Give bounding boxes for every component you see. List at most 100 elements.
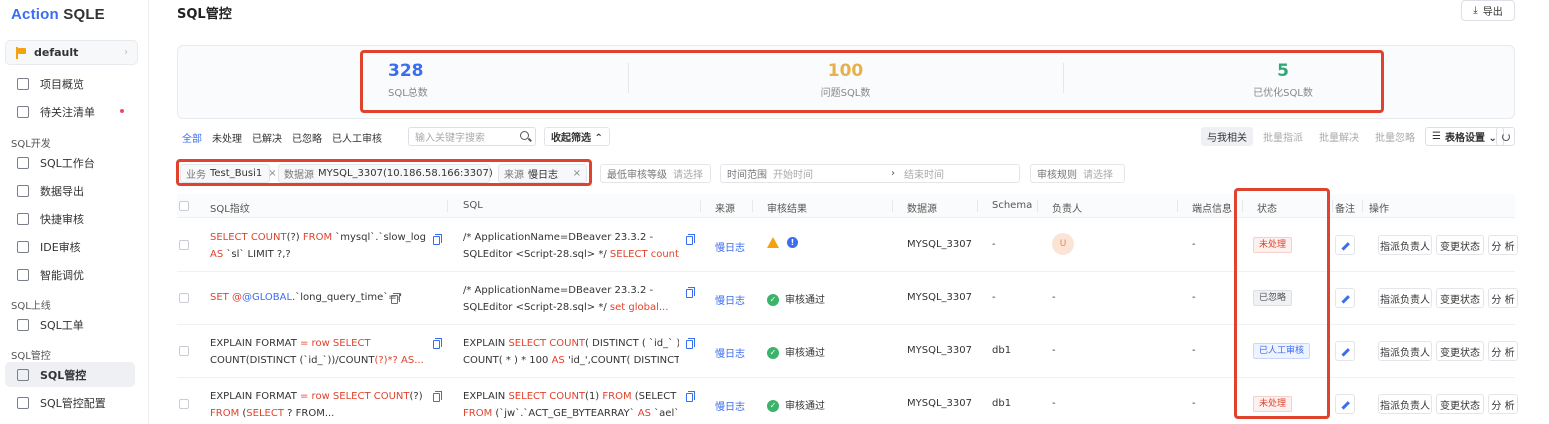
assign-owner-button[interactable]: 指派负责人 bbox=[1378, 394, 1432, 414]
sql-fingerprint[interactable]: EXPLAIN FORMAT = row SELECT COUNT(DISTIN… bbox=[210, 335, 426, 369]
col-owner[interactable]: 负责人 bbox=[1052, 200, 1082, 215]
assign-owner-button[interactable]: 指派负责人 bbox=[1378, 341, 1432, 361]
col-remark[interactable]: 备注 bbox=[1335, 200, 1355, 215]
col-actions[interactable]: 操作 bbox=[1369, 200, 1389, 215]
copy-icon[interactable] bbox=[686, 234, 695, 245]
notification-dot bbox=[120, 109, 124, 113]
filter-chip-business[interactable]: 业务 Test_Busi1 × bbox=[180, 164, 277, 183]
table-row[interactable]: EXPLAIN FORMAT = row SELECT COUNT(?) FRO… bbox=[177, 378, 1518, 424]
table-row[interactable]: EXPLAIN FORMAT = row SELECT COUNT(DISTIN… bbox=[177, 325, 1518, 378]
col-status[interactable]: 状态 bbox=[1257, 200, 1277, 215]
time-range-picker[interactable]: 时间范围 开始时间 › 结束时间 bbox=[720, 164, 1020, 183]
search-icon[interactable] bbox=[520, 131, 529, 140]
nav-group-sql-release: SQL上线 bbox=[11, 301, 51, 312]
sidebar-item-sql-control-config[interactable]: SQL管控配置 bbox=[5, 390, 135, 415]
sql-text[interactable]: EXPLAIN SELECT COUNT( DISTINCT ( `id_` )… bbox=[463, 335, 679, 369]
copy-icon[interactable] bbox=[686, 287, 695, 298]
batch-ignore-button[interactable]: 批量忽略 bbox=[1369, 127, 1421, 146]
sidebar-item-ide-audit[interactable]: IDE审核 bbox=[5, 234, 135, 259]
copy-icon[interactable] bbox=[433, 234, 442, 245]
tab-ignored[interactable]: 已忽略 bbox=[292, 130, 322, 145]
filter-chip-source[interactable]: 来源 慢日志 × bbox=[498, 164, 587, 183]
min-audit-level-select[interactable]: 最低审核等级 请选择 bbox=[600, 164, 711, 183]
assign-owner-button[interactable]: 指派负责人 bbox=[1378, 235, 1432, 255]
sidebar-item-sql-control[interactable]: SQL管控 bbox=[5, 362, 135, 387]
tab-manual-audit[interactable]: 已人工审核 bbox=[332, 130, 382, 145]
sql-text[interactable]: EXPLAIN SELECT COUNT(1) FROM (SELECT 1 F… bbox=[463, 388, 679, 422]
sql-text[interactable]: /* ApplicationName=DBeaver 23.3.2 - SQLE… bbox=[463, 282, 679, 316]
col-schema[interactable]: Schema bbox=[992, 200, 1032, 211]
audit-result[interactable]: ! bbox=[767, 237, 798, 249]
copy-icon[interactable] bbox=[433, 338, 442, 349]
edit-icon bbox=[1341, 242, 1350, 251]
col-source[interactable]: 来源 bbox=[715, 200, 735, 215]
change-status-button[interactable]: 变更状态 bbox=[1436, 394, 1484, 414]
row-checkbox[interactable] bbox=[179, 346, 189, 356]
collapse-filter-button[interactable]: 收起筛选 ⌃ bbox=[544, 127, 610, 146]
tab-unprocessed[interactable]: 未处理 bbox=[212, 130, 242, 145]
fingerprint-icon bbox=[17, 368, 29, 381]
col-datasource[interactable]: 数据源 bbox=[907, 200, 937, 215]
copy-icon[interactable] bbox=[686, 338, 695, 349]
tab-all[interactable]: 全部 bbox=[182, 130, 202, 145]
check-circle-icon: ✓ bbox=[767, 294, 779, 306]
sidebar-item-smart-tuning[interactable]: 智能调优 bbox=[5, 262, 135, 287]
row-checkbox[interactable] bbox=[179, 399, 189, 409]
batch-assign-button[interactable]: 批量指派 bbox=[1257, 127, 1309, 146]
edit-remark-button[interactable] bbox=[1335, 394, 1355, 414]
analyze-button[interactable]: 分 析 bbox=[1488, 288, 1518, 308]
export-button[interactable]: ⤓ 导出 bbox=[1461, 0, 1515, 21]
search-input[interactable]: 输入关键字搜索 bbox=[408, 127, 536, 146]
sidebar-item-overview[interactable]: 项目概览 bbox=[5, 71, 135, 96]
related-to-me-button[interactable]: 与我相关 bbox=[1201, 127, 1253, 146]
table-row[interactable]: SELECT COUNT(?) FROM `mysql`.`slow_log` … bbox=[177, 219, 1518, 272]
change-status-button[interactable]: 变更状态 bbox=[1436, 235, 1484, 255]
batch-resolve-button[interactable]: 批量解决 bbox=[1313, 127, 1365, 146]
col-fingerprint[interactable]: SQL指纹 bbox=[210, 200, 250, 215]
row-checkbox[interactable] bbox=[179, 240, 189, 250]
source-link[interactable]: 慢日志 bbox=[715, 239, 745, 254]
owner: - bbox=[1052, 345, 1056, 356]
schema: db1 bbox=[992, 345, 1012, 356]
sidebar-item-sql-workbench[interactable]: SQL工作台 bbox=[5, 150, 135, 175]
edit-remark-button[interactable] bbox=[1335, 341, 1355, 361]
close-icon[interactable]: × bbox=[268, 168, 276, 179]
project-selector[interactable]: default › bbox=[5, 40, 138, 65]
sql-fingerprint[interactable]: SELECT COUNT(?) FROM `mysql`.`slow_log` … bbox=[210, 229, 426, 263]
app-logo[interactable]: Action SQLE bbox=[11, 6, 105, 23]
sidebar-item-sql-ticket[interactable]: SQL工单 bbox=[5, 312, 135, 337]
assign-owner-button[interactable]: 指派负责人 bbox=[1378, 288, 1432, 308]
table-row[interactable]: SET @@GLOBAL.`long_query_time`=? /* Appl… bbox=[177, 272, 1518, 325]
analyze-button[interactable]: 分 析 bbox=[1488, 394, 1518, 414]
edit-remark-button[interactable] bbox=[1335, 235, 1355, 255]
source-link[interactable]: 慢日志 bbox=[715, 398, 745, 413]
source-link[interactable]: 慢日志 bbox=[715, 292, 745, 307]
analyze-button[interactable]: 分 析 bbox=[1488, 235, 1518, 255]
copy-icon[interactable] bbox=[433, 391, 442, 402]
sql-text[interactable]: /* ApplicationName=DBeaver 23.3.2 - SQLE… bbox=[463, 229, 679, 263]
schema: db1 bbox=[992, 398, 1012, 409]
copy-icon[interactable] bbox=[391, 293, 400, 304]
filter-chip-datasource[interactable]: 数据源MYSQL_3307(10.186.58.166:3307)× bbox=[278, 164, 507, 183]
analyze-button[interactable]: 分 析 bbox=[1488, 341, 1518, 361]
col-endpoint[interactable]: 端点信息 bbox=[1192, 200, 1232, 215]
row-checkbox[interactable] bbox=[179, 293, 189, 303]
change-status-button[interactable]: 变更状态 bbox=[1436, 288, 1484, 308]
sidebar-item-data-export[interactable]: 数据导出 bbox=[5, 178, 135, 203]
close-icon[interactable]: × bbox=[573, 168, 581, 179]
copy-icon[interactable] bbox=[686, 391, 695, 402]
change-status-button[interactable]: 变更状态 bbox=[1436, 341, 1484, 361]
col-audit-result[interactable]: 审核结果 bbox=[767, 200, 807, 215]
datasource: MYSQL_3307 bbox=[907, 345, 972, 356]
source-link[interactable]: 慢日志 bbox=[715, 345, 745, 360]
table-settings-button[interactable]: ☰ 表格设置 ⌄ bbox=[1425, 127, 1504, 146]
sql-fingerprint[interactable]: EXPLAIN FORMAT = row SELECT COUNT(?) FRO… bbox=[210, 388, 426, 422]
tab-resolved[interactable]: 已解决 bbox=[252, 130, 282, 145]
col-sql[interactable]: SQL bbox=[463, 200, 483, 211]
sidebar-item-quick-audit[interactable]: 快捷审核 bbox=[5, 206, 135, 231]
sidebar-item-watchlist[interactable]: 待关注清单 bbox=[5, 99, 135, 124]
refresh-button[interactable] bbox=[1496, 127, 1515, 146]
edit-remark-button[interactable] bbox=[1335, 288, 1355, 308]
audit-rule-select[interactable]: 审核规则 请选择 bbox=[1030, 164, 1125, 183]
select-all-checkbox[interactable] bbox=[179, 201, 189, 211]
